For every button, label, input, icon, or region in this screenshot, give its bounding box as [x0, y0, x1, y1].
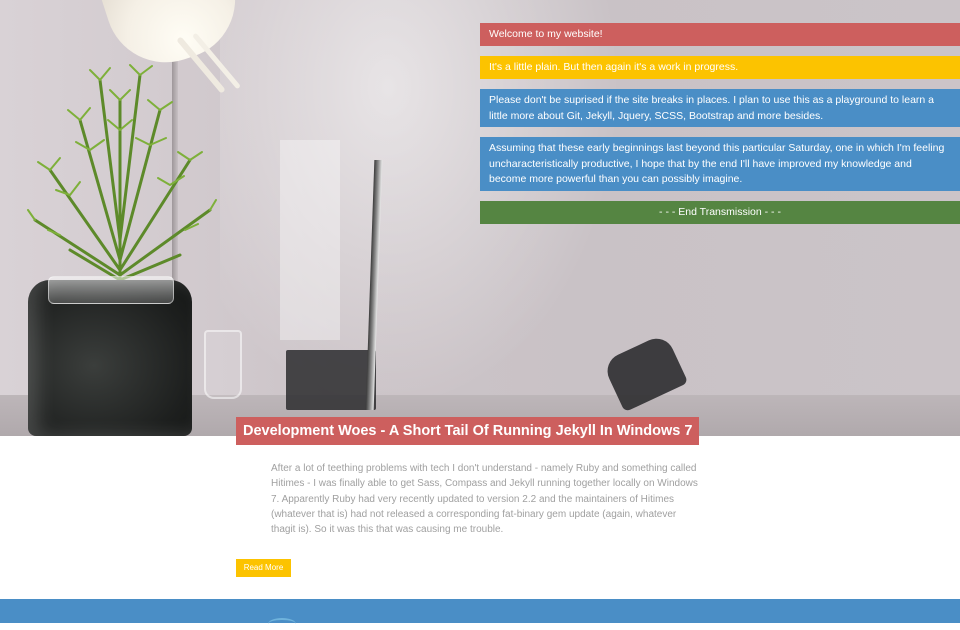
footer-decoration — [268, 618, 296, 630]
read-more-button[interactable]: Read More — [236, 559, 291, 577]
message-welcome: Welcome to my website! — [480, 23, 960, 46]
message-end-transmission: - - - End Transmission - - - — [480, 201, 960, 224]
message-playground: Please don't be suprised if the site bre… — [480, 89, 960, 127]
plant-jar-neck — [48, 276, 174, 304]
plant-icon — [27, 64, 217, 290]
welcome-messages: Welcome to my website! It's a little pla… — [480, 23, 960, 224]
hero-banner: Welcome to my website! It's a little pla… — [0, 0, 960, 436]
footer-bar — [0, 599, 960, 623]
message-ambition: Assuming that these early beginnings las… — [480, 137, 960, 191]
post-excerpt: After a lot of teething problems with te… — [271, 463, 698, 536]
glass-cup — [204, 330, 242, 399]
monitor-base — [286, 350, 376, 410]
message-work-in-progress: It's a little plain. But then again it's… — [480, 56, 960, 79]
post-title-link[interactable]: Development Woes - A Short Tail Of Runni… — [236, 417, 700, 445]
hero-background-shelf — [280, 140, 340, 340]
